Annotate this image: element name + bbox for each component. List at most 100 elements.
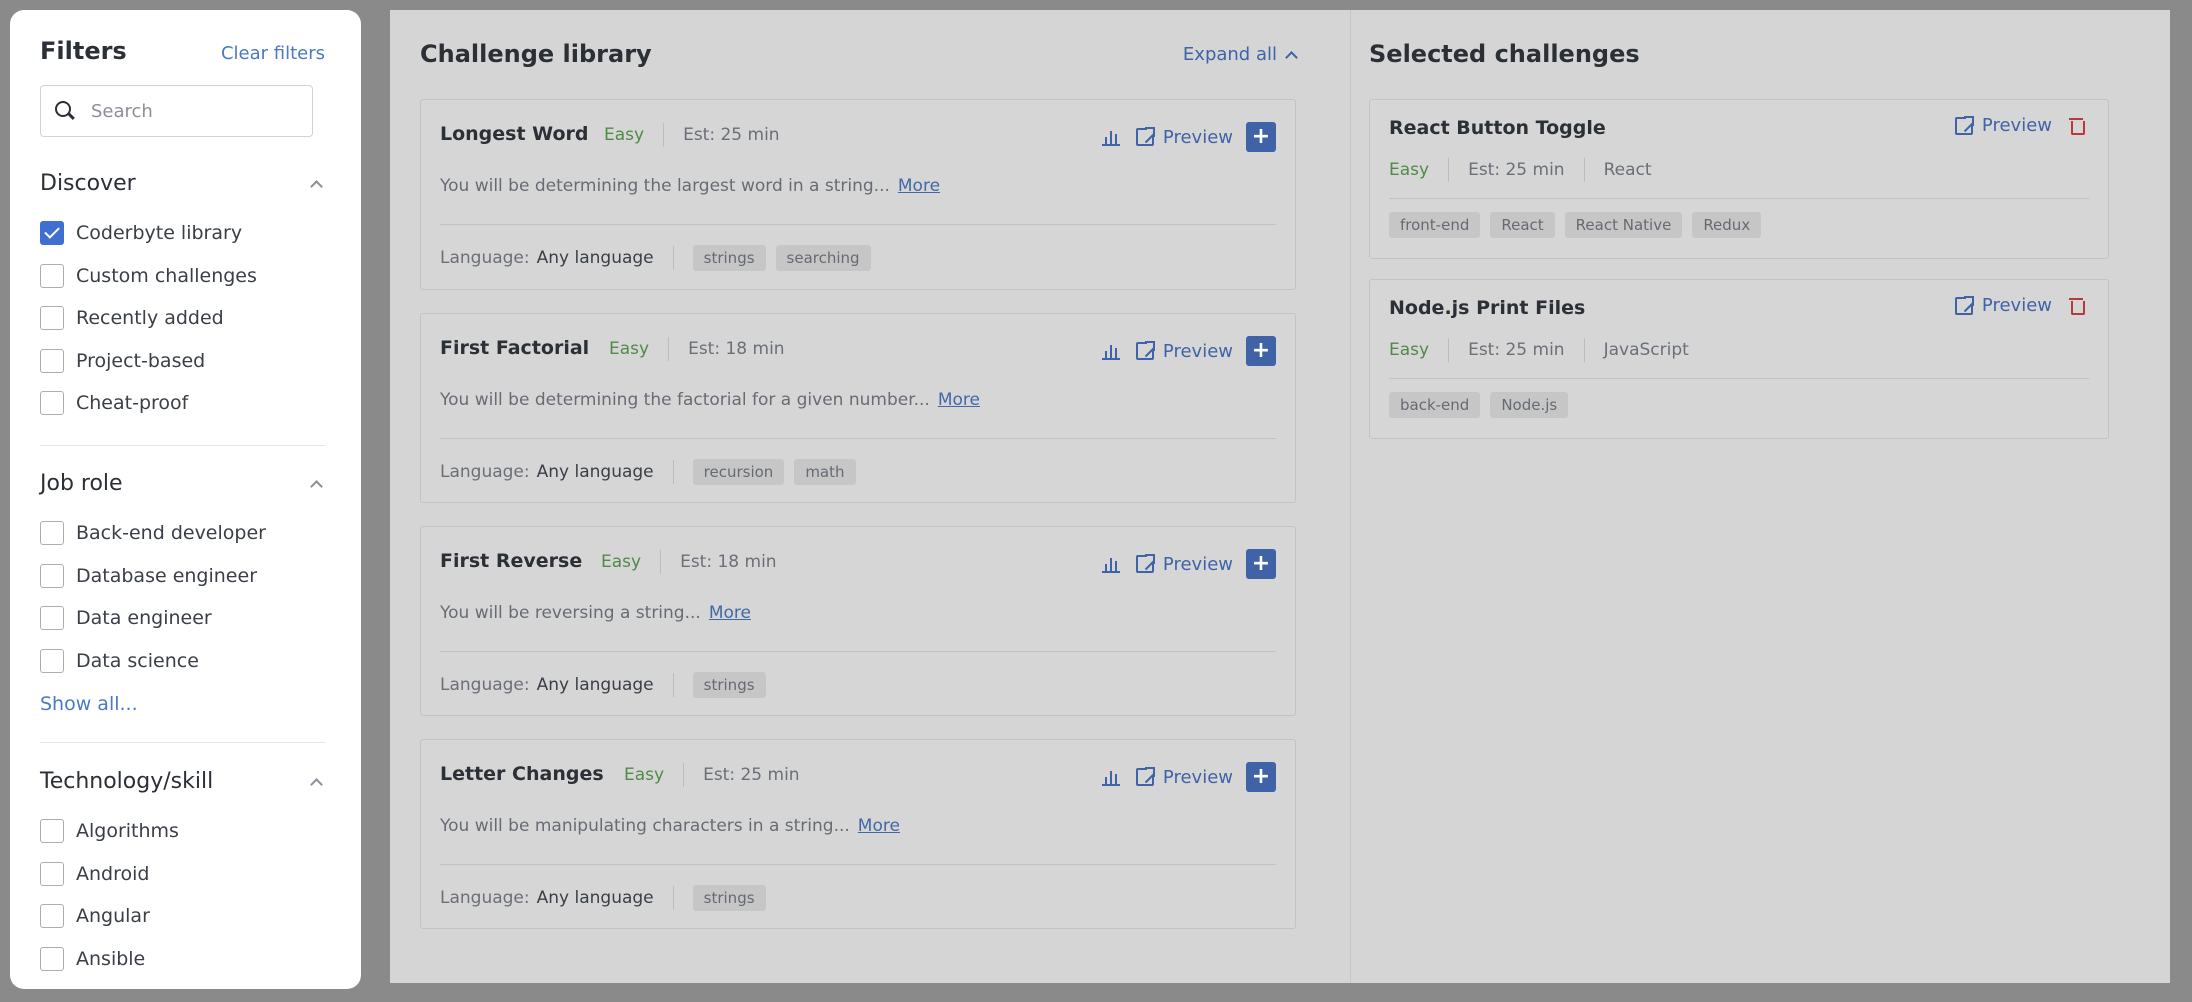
language-row: Language: Any language strings [440, 672, 776, 698]
more-link[interactable]: More [858, 816, 900, 836]
trash-icon[interactable] [2069, 297, 2085, 315]
bar-chart-icon[interactable] [1101, 128, 1120, 146]
challenge-description: You will be determining the factorial fo… [440, 390, 980, 410]
challenge-description: You will be determining the largest word… [440, 176, 940, 196]
bar-chart-icon[interactable] [1101, 768, 1120, 786]
external-link-icon[interactable] [1135, 553, 1156, 573]
checkbox[interactable] [40, 306, 64, 330]
difficulty-label: Easy [604, 125, 645, 145]
filter-checkbox-row[interactable]: Android [40, 861, 149, 886]
checkbox[interactable] [40, 521, 64, 545]
divider [440, 224, 1276, 225]
expand-all-button[interactable]: Expand all [1183, 44, 1298, 65]
external-link-icon[interactable] [1135, 126, 1156, 146]
tag-list: back-end Node.js [1389, 392, 1578, 418]
selected-card-actions: Preview [1954, 294, 2085, 316]
checkbox[interactable] [40, 649, 64, 674]
card-actions: Preview + [1101, 762, 1276, 792]
filter-checkbox-row[interactable]: Custom challenges [40, 263, 257, 288]
preview-button[interactable]: Preview [1163, 554, 1233, 575]
clear-filters-button[interactable]: Clear filters [221, 43, 325, 64]
checkbox[interactable] [40, 904, 64, 928]
difficulty-label: Easy [609, 339, 650, 359]
checkbox[interactable] [40, 391, 64, 415]
checkbox[interactable] [40, 563, 64, 588]
more-link[interactable]: More [709, 603, 751, 623]
divider [672, 673, 674, 697]
filter-checkbox-row[interactable]: Algorithms [40, 819, 179, 843]
filter-checkbox-row[interactable]: Back-end developer [40, 521, 266, 545]
filter-checkbox-row[interactable]: Data engineer [40, 606, 212, 631]
add-challenge-button[interactable]: + [1246, 762, 1276, 792]
filter-checkbox-row[interactable]: Recently added [40, 306, 224, 330]
bar-chart-icon[interactable] [1101, 555, 1120, 573]
checkbox[interactable] [40, 946, 64, 971]
filter-checkbox-row[interactable]: Coderbyte library [40, 221, 242, 245]
filter-checkbox-row[interactable]: Cheat-proof [40, 391, 188, 415]
language-value: JavaScript [1603, 340, 1689, 360]
filter-checkbox-row[interactable]: Ansible [40, 946, 145, 971]
more-link[interactable]: More [898, 176, 940, 196]
preview-button[interactable]: Preview [1163, 127, 1233, 148]
challenge-card: First Factorial Easy Est: 18 min You will b… [420, 313, 1296, 503]
difficulty-label: Easy [1389, 160, 1430, 180]
description-text: You will be manipulating characters in a… [440, 816, 850, 836]
difficulty-label: Easy [601, 552, 642, 572]
challenge-meta: Easy Est: 18 min [609, 337, 785, 361]
bar-chart-icon[interactable] [1101, 342, 1120, 360]
search-input[interactable] [91, 98, 301, 124]
checkbox[interactable] [40, 606, 64, 631]
card-actions: Preview + [1101, 549, 1276, 579]
checkbox[interactable] [40, 263, 64, 288]
chevron-up-icon[interactable] [310, 480, 323, 493]
tag: recursion [692, 459, 785, 485]
external-link-icon[interactable] [1954, 114, 1975, 135]
main-area: Challenge library Expand all Longest Wor… [390, 10, 2170, 983]
divider [1448, 158, 1450, 182]
checkbox[interactable] [40, 348, 64, 373]
checkbox-label: Algorithms [76, 820, 179, 842]
add-challenge-button[interactable]: + [1246, 549, 1276, 579]
preview-button[interactable]: Preview [1163, 767, 1233, 788]
tag: searching [775, 245, 871, 271]
checkbox-label: Angular [76, 905, 150, 927]
chevron-up-icon[interactable] [310, 778, 323, 791]
filter-checkbox-row[interactable]: Data science [40, 649, 199, 674]
language-row: Language: Any language strings searching [440, 245, 881, 271]
external-link-icon[interactable] [1135, 340, 1156, 360]
challenge-card: Letter Changes Easy Est: 25 min You will be… [420, 739, 1296, 929]
challenge-meta: Easy Est: 25 min [624, 763, 800, 787]
filter-checkbox-row[interactable]: Database engineer [40, 563, 257, 588]
checkbox-label: Coderbyte library [76, 222, 243, 244]
chevron-up-icon[interactable] [310, 180, 323, 193]
checkbox[interactable] [40, 819, 64, 843]
estimated-time: Est: 25 min [1468, 340, 1565, 360]
checkbox[interactable] [40, 861, 64, 886]
add-challenge-button[interactable]: + [1246, 336, 1276, 366]
divider [1389, 378, 2089, 379]
more-link[interactable]: More [938, 390, 980, 410]
trash-icon[interactable] [2069, 117, 2085, 135]
preview-button[interactable]: Preview [1982, 295, 2052, 316]
selected-card: React Button Toggle Easy Est: 25 min React f… [1369, 99, 2109, 259]
filter-checkbox-row[interactable]: Project-based [40, 348, 205, 373]
language-value: Any language [536, 888, 654, 908]
selected-challenge-title: React Button Toggle [1389, 117, 1606, 139]
filter-checkbox-row[interactable]: Angular [40, 904, 150, 928]
estimated-time: Est: 18 min [680, 552, 777, 572]
checkbox[interactable] [40, 221, 64, 245]
divider [440, 864, 1276, 865]
external-link-icon[interactable] [1954, 294, 1975, 315]
estimated-time: Est: 25 min [1468, 160, 1565, 180]
show-all-link[interactable]: Show all... [40, 693, 138, 715]
add-challenge-button[interactable]: + [1246, 122, 1276, 152]
preview-button[interactable]: Preview [1163, 341, 1233, 362]
preview-button[interactable]: Preview [1982, 115, 2052, 136]
challenge-title: Longest Word [440, 123, 589, 145]
external-link-icon[interactable] [1135, 766, 1156, 786]
tag: React Native [1564, 212, 1683, 238]
difficulty-label: Easy [624, 765, 665, 785]
filters-sidebar: Filters Clear filters Discover Coderbyte… [10, 10, 361, 989]
divider [440, 651, 1276, 652]
selected-title: Selected challenges [1369, 40, 1640, 68]
